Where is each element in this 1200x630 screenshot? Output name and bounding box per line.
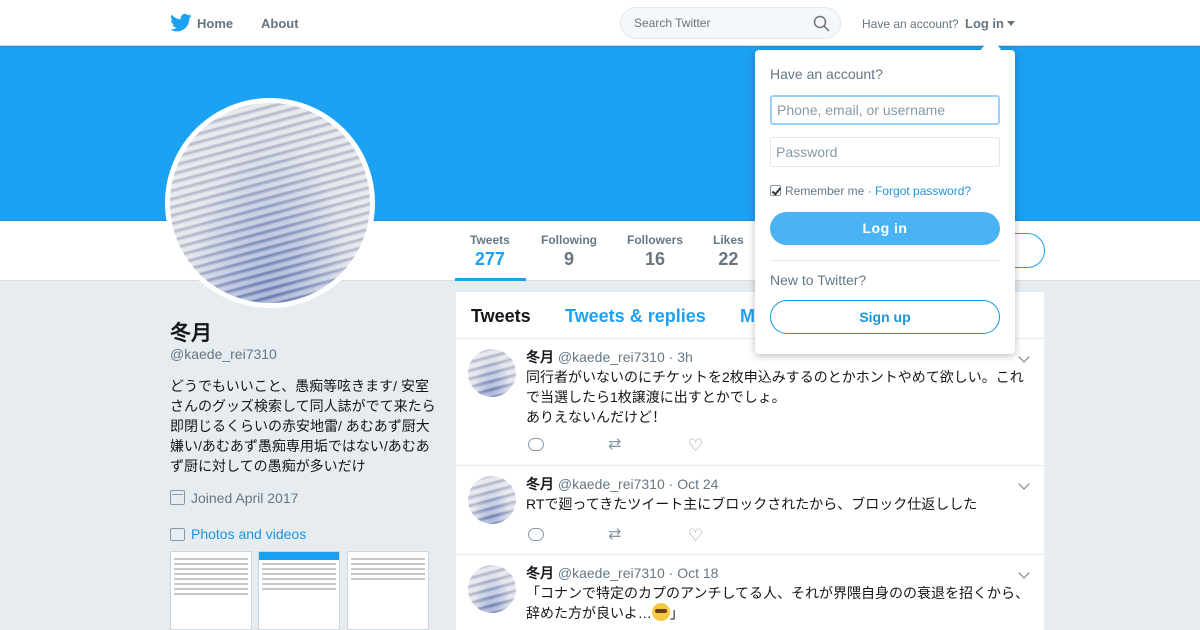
photo-icon [170,528,185,541]
profile-bio: どうでもいいこと、愚痴等呟きます/ 安室さんのグッズ検索して同人誌がでて来たら即… [170,378,436,474]
tweet-header: 冬月 @kaede_rei7310 · Oct 24 [526,474,718,494]
login-dropdown-toggle[interactable]: Log in [965,16,1004,31]
username-field[interactable] [770,95,1000,125]
photos-label[interactable]: Photos and videos [191,526,306,542]
tweet-timestamp[interactable]: 3h [677,349,693,365]
tweet-header: 冬月 @kaede_rei7310 · 3h [526,347,693,367]
stat-followers[interactable]: Followers 16 [627,233,683,270]
chevron-down-icon[interactable] [1018,567,1030,579]
calendar-icon [170,490,185,505]
stat-label: Following [541,233,597,247]
stat-value: 9 [563,249,574,269]
tweet-avatar[interactable] [468,476,516,524]
reply-icon[interactable] [528,528,544,541]
active-stat-underline [455,278,526,281]
chevron-down-icon[interactable] [1018,478,1030,490]
tweet[interactable]: 冬月 @kaede_rei7310 · Oct 24 RTで廻ってきたツイート主… [456,466,1044,555]
twitter-bird-icon[interactable] [170,13,192,33]
stat-following[interactable]: Following 9 [541,233,597,270]
avatar-image [468,349,516,397]
forgot-password-link[interactable]: Forgot password? [875,184,971,198]
tweet-line: 同行者がいないのにチケットを2枚申込みするのとかホントやめて欲しい。これで当選し… [526,369,1024,405]
caret-down-icon[interactable] [1007,21,1015,26]
chevron-down-icon[interactable] [1018,351,1030,363]
tweet-author-name[interactable]: 冬月 [526,565,554,581]
signup-button[interactable]: Sign up [770,300,1000,334]
tweet[interactable]: 冬月 @kaede_rei7310 · 3h 同行者がいないのにチケットを2枚申… [456,339,1044,466]
search-input[interactable]: Search Twitter [634,16,710,30]
photos-videos-link[interactable]: Photos and videos [170,526,306,542]
stat-value: 16 [644,249,666,269]
tab-media[interactable]: M [740,306,755,327]
login-button[interactable]: Log in [770,212,1000,245]
divider [770,260,1000,261]
tweet-line: 辞めた方が良いよ… [526,605,652,621]
tweet-text: RTで廻ってきたツイート主にブロックされたから、ブロック仕返しした [526,494,1031,514]
tweet-author-handle[interactable]: @kaede_rei7310 [558,476,665,492]
login-dropdown: Have an account? Remember me · Forgot pa… [755,50,1015,354]
tweet-author-handle[interactable]: @kaede_rei7310 [558,349,665,365]
remember-row: Remember me · Forgot password? [770,184,971,198]
dropdown-title: Have an account? [770,66,883,82]
stat-label: Followers [627,233,684,247]
tweet-line-2: 辞めた方が良いよ… 」 [526,603,1031,623]
heart-icon[interactable]: ♡ [688,437,706,454]
tweet-avatar[interactable] [468,565,516,613]
media-thumbnail[interactable] [347,551,429,630]
tweet-timestamp[interactable]: Oct 18 [677,565,718,581]
tweet-dot: · [668,565,678,581]
stat-label: Likes [713,233,744,247]
reply-icon[interactable] [528,438,544,451]
separator-dot: · [864,184,876,198]
tweet-text: 同行者がいないのにチケットを2枚申込みするのとかホントやめて欲しい。これで当選し… [526,367,1031,427]
joined-date: Joined April 2017 [170,490,298,506]
tweet-author-name[interactable]: 冬月 [526,349,554,365]
retweet-icon[interactable]: ⇄ [608,527,626,543]
nav-about-link[interactable]: About [261,16,299,31]
top-nav: Home About Search Twitter Have an accoun… [0,0,1200,46]
stat-value: 277 [474,249,505,269]
search-box[interactable]: Search Twitter [620,7,841,39]
password-field[interactable] [770,137,1000,167]
stat-value: 22 [718,249,739,269]
tab-tweets[interactable]: Tweets [471,306,531,327]
joined-text: Joined April 2017 [191,490,299,506]
tweet-line: 「コナンで特定のカプのアンチしてる人、それが界隈自身のの衰退を招くから、 [526,585,1030,601]
stat-label: Tweets [470,233,510,247]
tweet-timestamp[interactable]: Oct 24 [677,476,718,492]
tweet-author-handle[interactable]: @kaede_rei7310 [558,565,665,581]
profile-avatar[interactable] [165,98,375,308]
tweet-author-name[interactable]: 冬月 [526,476,554,492]
tweet[interactable]: 冬月 @kaede_rei7310 · Oct 18 「コナンで特定のカプのアン… [456,555,1044,630]
tweet-dot: · [668,349,678,365]
tweet-header: 冬月 @kaede_rei7310 · Oct 18 [526,563,718,583]
heart-icon[interactable]: ♡ [688,527,706,544]
tweet-text: 「コナンで特定のカプのアンチしてる人、それが界隈自身のの衰退を招くから、 辞めた… [526,583,1031,623]
profile-handle[interactable]: @kaede_rei7310 [170,346,277,362]
tweet-line: ありえないんだけど！ [526,409,666,425]
remember-me-checkbox[interactable] [770,185,781,196]
remember-me-label[interactable]: Remember me [785,184,864,198]
avatar-image [170,103,370,303]
new-to-twitter-text: New to Twitter? [770,272,867,288]
retweet-icon[interactable]: ⇄ [608,437,626,453]
avatar-image [468,476,516,524]
stat-tweets[interactable]: Tweets 277 [470,233,510,270]
avatar-image [468,565,516,613]
tab-tweets-replies[interactable]: Tweets & replies [565,306,706,327]
media-thumbnail[interactable] [258,551,340,630]
tweet-line: RTで廻ってきたツイート主にブロックされたから、ブロック仕返しした [526,496,978,512]
sunglasses-emoji-icon [651,603,670,621]
tweet-avatar[interactable] [468,349,516,397]
tweet-dot: · [668,476,678,492]
have-account-text: Have an account? [862,17,959,31]
stat-likes[interactable]: Likes 22 [713,233,744,270]
profile-name[interactable]: 冬月 [170,317,212,347]
search-icon[interactable] [813,15,830,32]
media-thumbnail[interactable] [170,551,252,630]
nav-home-link[interactable]: Home [197,16,233,31]
tweet-line-suffix: 」 [669,605,684,621]
